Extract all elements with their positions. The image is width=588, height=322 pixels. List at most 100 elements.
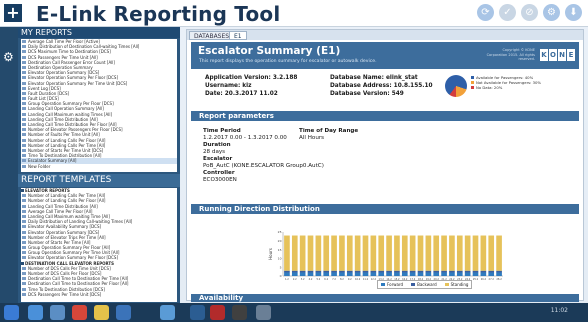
legend-standing: Standing (444, 282, 468, 287)
bar-backward (394, 270, 400, 273)
bar-forward (441, 272, 447, 276)
report-meta-left: Application Version: 3.2.188 Username: k… (205, 74, 297, 98)
bar-standing (339, 235, 345, 271)
bar-forward (472, 272, 479, 276)
logo-letter: N (558, 49, 566, 61)
bar-forward (362, 272, 369, 276)
bar-standing (315, 235, 322, 271)
y-tick-label: 15 (278, 248, 282, 252)
x-tick-label: 3.2 (301, 278, 305, 281)
x-tick-label: 4.2 (309, 278, 313, 281)
pdf-icon[interactable] (210, 305, 225, 320)
bar-forward (401, 272, 408, 276)
x-tick-label: 28.2 (496, 278, 502, 281)
x-tick-label: 1.2 (285, 278, 289, 281)
bar-forward (480, 272, 487, 276)
report-templates-header[interactable]: REPORT TEMPLATES (18, 174, 180, 187)
window-icon[interactable] (256, 305, 271, 320)
bar-forward (339, 272, 345, 276)
bar-forward (433, 272, 440, 276)
cancel-icon[interactable]: ⊘ (521, 4, 538, 21)
logo-letter: K (540, 49, 548, 61)
y-axis-label: Hours (268, 248, 273, 260)
bar-standing (409, 235, 416, 271)
time-of-day: Time of Day Range All Hours (299, 128, 358, 142)
report-templates-tree: ELEVATOR REPORTS Number of Landing Calls … (21, 188, 177, 302)
bar-backward (299, 270, 306, 273)
bar-backward (323, 270, 330, 273)
bar-forward (488, 272, 495, 276)
bar-backward (401, 270, 408, 273)
availability-pie (445, 75, 467, 97)
tab-databases[interactable]: DATABASES (189, 31, 235, 40)
bar-forward (386, 272, 392, 276)
bar-backward (386, 270, 392, 273)
refresh-icon[interactable]: ⟳ (477, 4, 494, 21)
bar-backward (417, 270, 424, 273)
bar-standing (472, 235, 479, 271)
tree-item[interactable]: New Folder (21, 164, 177, 169)
x-tick-label: 2.2 (293, 278, 297, 281)
ie-icon[interactable] (28, 305, 43, 320)
bar-backward (496, 270, 502, 273)
bar-standing (307, 235, 314, 271)
settings-icon[interactable]: ⚙ (543, 4, 560, 21)
controller-label: Controller (203, 170, 235, 176)
explorer-icon[interactable] (50, 305, 65, 320)
bar-standing (433, 235, 440, 271)
bar-standing (284, 235, 290, 271)
tod-value: All Hours (299, 135, 325, 141)
bar-forward (370, 272, 377, 276)
kone-logo: K O N E (539, 49, 575, 61)
bar-forward (417, 272, 424, 276)
bar-standing (331, 235, 337, 271)
copyright-text: Copyright © KONE Corporation 2015. All r… (486, 48, 535, 61)
word-icon[interactable] (116, 305, 131, 320)
chrome-icon[interactable] (72, 305, 87, 320)
bar-standing (362, 235, 369, 271)
bar-backward (425, 270, 432, 273)
my-reports-header[interactable]: MY REPORTS (18, 27, 180, 38)
gear-icon[interactable]: ⚙ (3, 50, 14, 64)
username: Username: kiz (205, 83, 252, 89)
check-icon[interactable]: ✓ (499, 4, 516, 21)
x-tick-label: 11.2 (363, 278, 369, 281)
tree-item[interactable]: DCS Passengers Per Time Unit [DCS] (21, 292, 177, 297)
bar-forward (449, 272, 455, 276)
bar-backward (409, 270, 416, 273)
bar-backward (472, 270, 479, 273)
terminal-icon[interactable] (232, 305, 247, 320)
elink-icon[interactable] (160, 305, 175, 320)
pie-legend: Available for Passengers: 40% Not Availa… (471, 75, 541, 90)
bar-backward (362, 270, 369, 273)
export-icon[interactable]: ⬇ (565, 4, 582, 21)
folder-icon[interactable] (94, 305, 109, 320)
y-tick-label: 0 (280, 274, 282, 278)
escalator-label: Escalator (203, 156, 233, 162)
bar-forward (378, 272, 385, 276)
left-panel: ⚙ MY REPORTS Average Call Time Per Floor… (0, 27, 180, 303)
bar-forward (496, 272, 502, 276)
plus-icon[interactable]: + (4, 4, 22, 22)
bar-backward (441, 270, 447, 273)
y-tick-label: 25 (278, 230, 282, 234)
bar-standing (417, 235, 424, 271)
bar-standing (425, 235, 432, 271)
x-tick-label: 6.2 (324, 278, 328, 281)
bar-forward (456, 272, 463, 276)
bar-backward (449, 270, 455, 273)
start-icon[interactable] (4, 305, 19, 320)
app-icon[interactable] (190, 305, 205, 320)
db-name: Database Name: elink_stat (330, 75, 418, 81)
y-tick-label: 10 (278, 257, 282, 261)
x-tick-label: 25.2 (473, 278, 479, 281)
bar-forward (307, 272, 314, 276)
bar-standing (441, 235, 447, 271)
running-direction-band: Running Direction Distribution (191, 204, 579, 214)
bar-forward (354, 272, 361, 276)
logo-letter: E (567, 49, 575, 61)
duration-label: Duration (203, 142, 231, 148)
escalator-value: PoB_AutC (KONE.ESCALATOR Group0.AutC) (203, 163, 324, 169)
bar-backward (378, 270, 385, 273)
tab-e1[interactable]: E1 (229, 31, 247, 40)
